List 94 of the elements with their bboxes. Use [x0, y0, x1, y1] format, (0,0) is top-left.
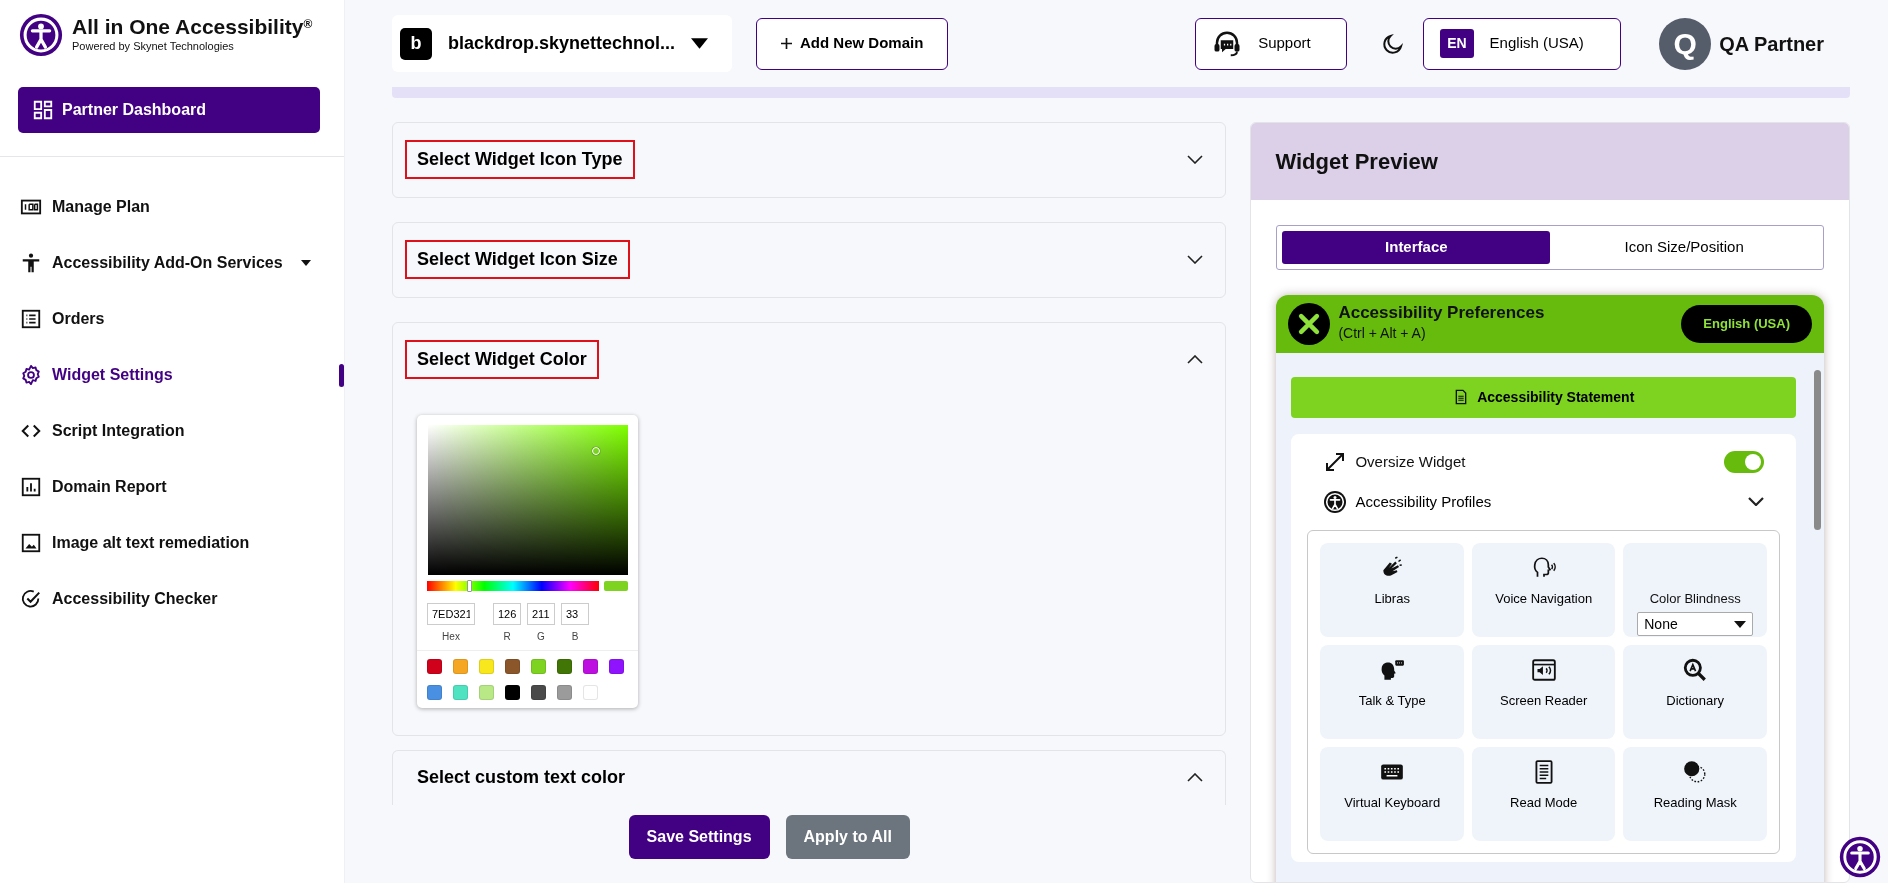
apply-to-all-button[interactable]: Apply to All	[785, 814, 910, 859]
chevron-down-icon	[1748, 497, 1764, 507]
plus-icon	[781, 38, 792, 50]
add-domain-button[interactable]: Add New Domain	[756, 17, 949, 70]
accessibility-icon	[1323, 489, 1348, 514]
saturation-area[interactable]	[427, 424, 628, 575]
field-label: B	[571, 629, 579, 644]
chevron-down-icon	[1187, 155, 1204, 165]
color-swatch[interactable]	[531, 658, 546, 674]
check-circle-icon	[20, 588, 42, 610]
hue-slider[interactable]	[427, 580, 599, 591]
accessibility-logo-icon	[18, 12, 64, 58]
user-avatar: Q	[1659, 17, 1712, 70]
dark-mode-button[interactable]	[1381, 31, 1406, 57]
list-icon	[20, 308, 42, 330]
sidebar-item[interactable]: Widget Settings	[0, 347, 344, 403]
sidebar-item[interactable]: Accessibility Checker	[0, 571, 344, 627]
caret-icon	[1734, 620, 1747, 628]
chevron-up-icon	[1187, 355, 1204, 365]
color-swatch[interactable]	[479, 684, 494, 700]
sidebar-item[interactable]: Manage Plan	[0, 179, 344, 235]
chevron-up-icon	[1187, 773, 1204, 783]
language-button[interactable]: EN English (USA)	[1423, 17, 1622, 70]
statement-button[interactable]: Accessibility Statement	[1291, 376, 1796, 418]
support-button[interactable]: Support	[1195, 17, 1348, 70]
color-blindness-select[interactable]: None	[1637, 612, 1754, 637]
widget-title: Accessibility Preferences	[1338, 304, 1546, 323]
color-swatch[interactable]	[453, 658, 468, 674]
color-swatch[interactable]	[427, 684, 442, 700]
current-color-swatch	[604, 580, 628, 591]
accordion-header[interactable]: Select Widget Color	[393, 322, 1226, 397]
dashboard-icon	[32, 99, 54, 121]
chart-icon	[20, 476, 42, 498]
toggle-switch[interactable]	[1724, 450, 1764, 473]
tab[interactable]: Icon Size/Position	[1550, 230, 1818, 264]
feature-tile[interactable]: Dictionary	[1623, 644, 1767, 739]
feature-tile[interactable]: Voice Navigation	[1471, 542, 1616, 637]
color-swatch[interactable]	[609, 658, 624, 674]
sidebar-item[interactable]: Orders	[0, 291, 344, 347]
feature-tile[interactable]: Read Mode	[1471, 746, 1616, 841]
color-value-field[interactable]: 211	[527, 602, 555, 625]
sidebar-item[interactable]: Script Integration	[0, 403, 344, 459]
language-button[interactable]: English (USA)	[1681, 305, 1812, 343]
accordion-header[interactable]: Select Widget Icon Type	[393, 122, 1226, 197]
tab[interactable]: Interface	[1282, 230, 1551, 264]
color-swatch[interactable]	[505, 658, 520, 674]
color-swatch[interactable]	[583, 658, 598, 674]
setting-label: Oversize Widget	[1355, 451, 1467, 472]
chevron-down-icon	[1187, 255, 1204, 265]
user-name: QA Partner	[1719, 31, 1824, 57]
screen-speaker-icon	[1530, 656, 1557, 683]
feature-tile[interactable]: Reading Mask	[1623, 746, 1767, 841]
feature-tile[interactable]: Screen Reader	[1471, 644, 1616, 739]
field-label: Hex	[442, 629, 460, 644]
preview-title: Widget Preview	[1251, 122, 1849, 200]
color-value-field[interactable]: 126	[493, 602, 521, 625]
hue-thumb[interactable]	[467, 579, 472, 592]
sidebar-item[interactable]: Domain Report	[0, 459, 344, 515]
feature-tile[interactable]: Talk & Type	[1320, 644, 1464, 739]
accordion-header[interactable]: Select custom text color	[393, 750, 1226, 805]
color-swatch[interactable]	[479, 658, 494, 674]
color-swatch[interactable]	[557, 684, 572, 700]
magnifier-icon	[1682, 656, 1709, 683]
close-icon	[1288, 302, 1331, 345]
color-swatch[interactable]	[557, 658, 572, 674]
color-swatch[interactable]	[427, 658, 442, 674]
dashboard-button[interactable]: Partner Dashboard	[18, 87, 320, 133]
field-label: G	[537, 629, 545, 644]
color-swatch[interactable]	[453, 684, 468, 700]
sidebar-item[interactable]: Image alt text remediation	[0, 515, 344, 571]
image-icon	[20, 532, 42, 554]
shortcut-text: (Ctrl + Alt + A)	[1338, 323, 1427, 343]
field-label: R	[503, 629, 511, 644]
gear-icon	[20, 364, 42, 386]
color-value-field[interactable]: 33	[561, 602, 589, 625]
color-swatch[interactable]	[505, 684, 520, 700]
accordion-header[interactable]: Select Widget Icon Size	[393, 222, 1226, 297]
color-swatch[interactable]	[531, 684, 546, 700]
sidebar-item[interactable]: Accessibility Add-On Services	[0, 235, 344, 291]
close-button[interactable]	[1288, 302, 1331, 345]
color-swatch[interactable]	[583, 684, 598, 700]
feature-tile[interactable]: Libras	[1320, 542, 1464, 637]
moon-icon	[1381, 32, 1406, 57]
feature-tile[interactable]: Virtual Keyboard	[1320, 746, 1464, 841]
profiles-row[interactable]: Accessibility Profiles	[1307, 481, 1780, 522]
accessibility-button[interactable]	[1838, 835, 1882, 879]
logo-title: All in One Accessibility$^{®}$	[72, 15, 313, 39]
domain-selector[interactable]: b blackdrop.skynettechnol...	[392, 15, 732, 73]
select-label: Color Blindness	[1649, 589, 1741, 608]
logo-subtitle: Powered by Skynet Technologies	[72, 39, 235, 55]
active-indicator	[339, 364, 344, 387]
person-icon	[20, 252, 42, 274]
save-settings-button[interactable]: Save Settings	[628, 814, 770, 859]
caret-icon	[691, 38, 709, 50]
